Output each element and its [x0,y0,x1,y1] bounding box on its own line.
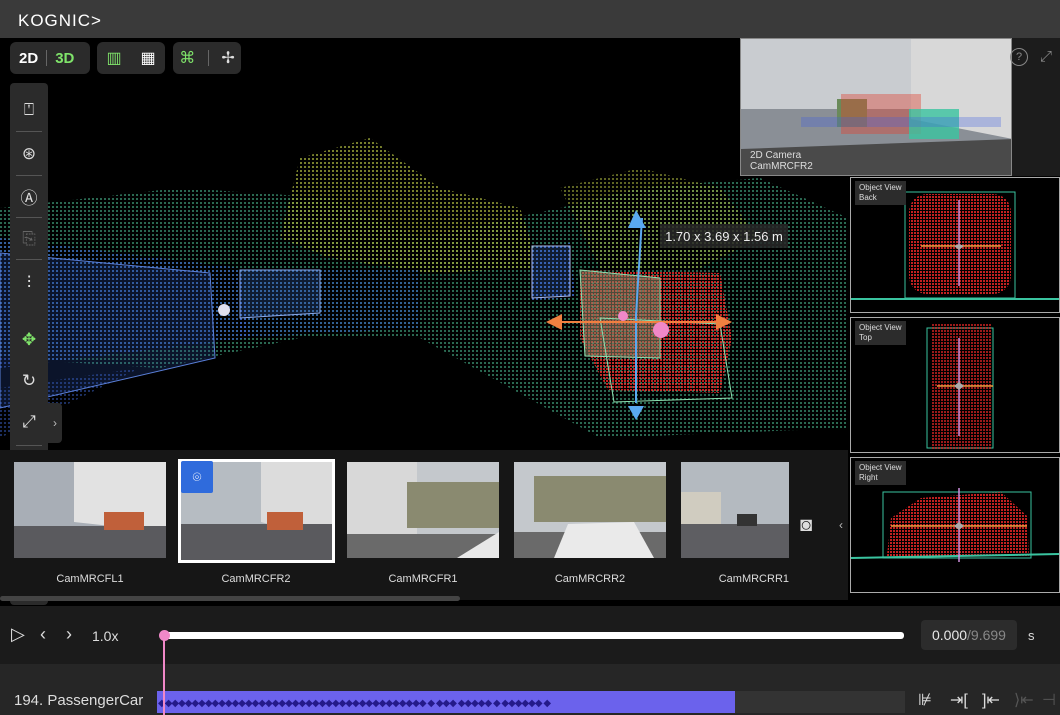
object-view-right-label: Object View Right [855,461,906,485]
playback-track[interactable] [164,632,904,639]
adjust-sliders-icon[interactable]: ⫶ [10,264,48,302]
kognic-logo: KOGNIC> [18,11,102,30]
document-tool-icon[interactable]: ⎘ [10,220,48,258]
camera-label: CamMRCFL1 [56,573,124,585]
playhead-line[interactable] [163,638,165,715]
add-keyframe-icon[interactable]: ⊣ [1042,690,1056,710]
object-view-back[interactable]: Object View Back [850,177,1060,313]
camera-thumbnail-image [347,462,499,558]
box-dimensions-label: 1.70 x 3.69 x 1.56 m [660,224,788,248]
camera-label: CamMRCFR2 [221,573,291,585]
range-end-icon[interactable]: ]⇤ [982,690,1000,710]
mode-3d-button[interactable]: 3D [55,50,74,67]
camera-thumbnail-image [14,462,166,558]
vehicle-box-icon[interactable]: ⍞ [10,91,48,129]
camera-thumbnail-camfr1[interactable] [347,462,499,558]
crosshair-move-icon[interactable]: ✢ [221,48,234,68]
object-view-title: Object View [859,323,902,332]
interpolate-off-icon[interactable]: ⊯ [918,690,932,710]
camera-label: CamMRCRR1 [718,573,789,585]
rotate-icon[interactable]: ↻ [10,362,48,400]
camera-thumbnail-image [514,462,666,558]
camera-strip-scrollbar[interactable] [0,596,460,601]
command-icon[interactable]: ⌘ [179,48,195,68]
layout-grid-icon[interactable]: ▦ [140,48,155,68]
camera-label: CamMRCRR2 [554,573,626,585]
keyframes: ◆◆◆◆◆◆◆◆◆◆◆◆◆◆◆◆◆◆◆◆◆◆◆◆◆◆◆◆◆◆◆◆◆◆◆◆◆◆◆◆… [158,698,551,709]
current-time: 0.000 [932,627,968,643]
camera-preview-name: CamMRCFR2 [750,161,813,172]
collapse-strip-chevron-icon[interactable]: ‹ [834,505,848,545]
object-view-top-label: Object View Top [855,321,906,345]
object-view-name: Back [859,193,877,202]
fullscreen-icon[interactable]: ⤢ [1040,48,1052,65]
expand-toolbar-chevron-icon[interactable]: › [48,403,62,443]
scale-icon[interactable]: ⤢ [10,403,48,441]
steering-wheel-icon[interactable]: ⊛ [10,135,48,173]
camera-thumbnail-camfl1[interactable] [14,462,166,558]
object-view-title: Object View [859,183,902,192]
camera-thumbnail-image [681,462,789,558]
selected-camera-badge-icon: ⌾ [181,461,213,493]
camera-thumbnail-camrr1[interactable] [681,462,789,558]
view-mode-toggle: 2D 3D [10,42,90,74]
help-icon[interactable]: ? [1010,48,1028,66]
auto-annotate-icon[interactable]: Ⓐ [10,177,48,215]
object-view-name: Right [859,473,878,482]
object-track-label[interactable]: 194. PassengerCar [14,692,143,709]
snapshot-camera-icon[interactable]: ◙ [800,514,812,537]
range-start-icon[interactable]: ⇥[ [950,690,968,710]
object-view-back-label: Object View Back [855,181,906,205]
play-icon[interactable]: ▷ [11,624,25,645]
move-arrows-icon[interactable]: ✥ [10,321,48,359]
time-display[interactable]: 0.000/9.699 [921,620,1017,650]
camera-thumbnail-camrr2[interactable] [514,462,666,558]
layout-toolbar: ▥ ▦ [97,42,165,74]
time-unit: s [1028,628,1035,643]
extra-toolbar: ⌘ ✢ [173,42,241,74]
object-view-name: Top [859,333,872,342]
top-bar: KOGNIC> [0,0,1060,38]
camera-preview-label: 2D Camera CamMRCFR2 [750,150,813,172]
previous-frame-icon[interactable]: ‹ [40,624,46,645]
next-frame-icon[interactable]: › [66,624,72,645]
layout-sidebar-icon[interactable]: ▥ [106,48,121,68]
playback-speed[interactable]: 1.0x [92,628,118,644]
object-view-top[interactable]: Object View Top [850,317,1060,453]
camera-label: CamMRCFR1 [388,573,458,585]
total-time: /9.699 [967,627,1006,643]
object-view-right[interactable]: Object View Right [850,457,1060,593]
next-keyframe-icon[interactable]: ⟩⇤ [1014,690,1034,710]
object-view-title: Object View [859,463,902,472]
camera-preview-title: 2D Camera [750,150,802,161]
mode-2d-button[interactable]: 2D [19,50,38,67]
